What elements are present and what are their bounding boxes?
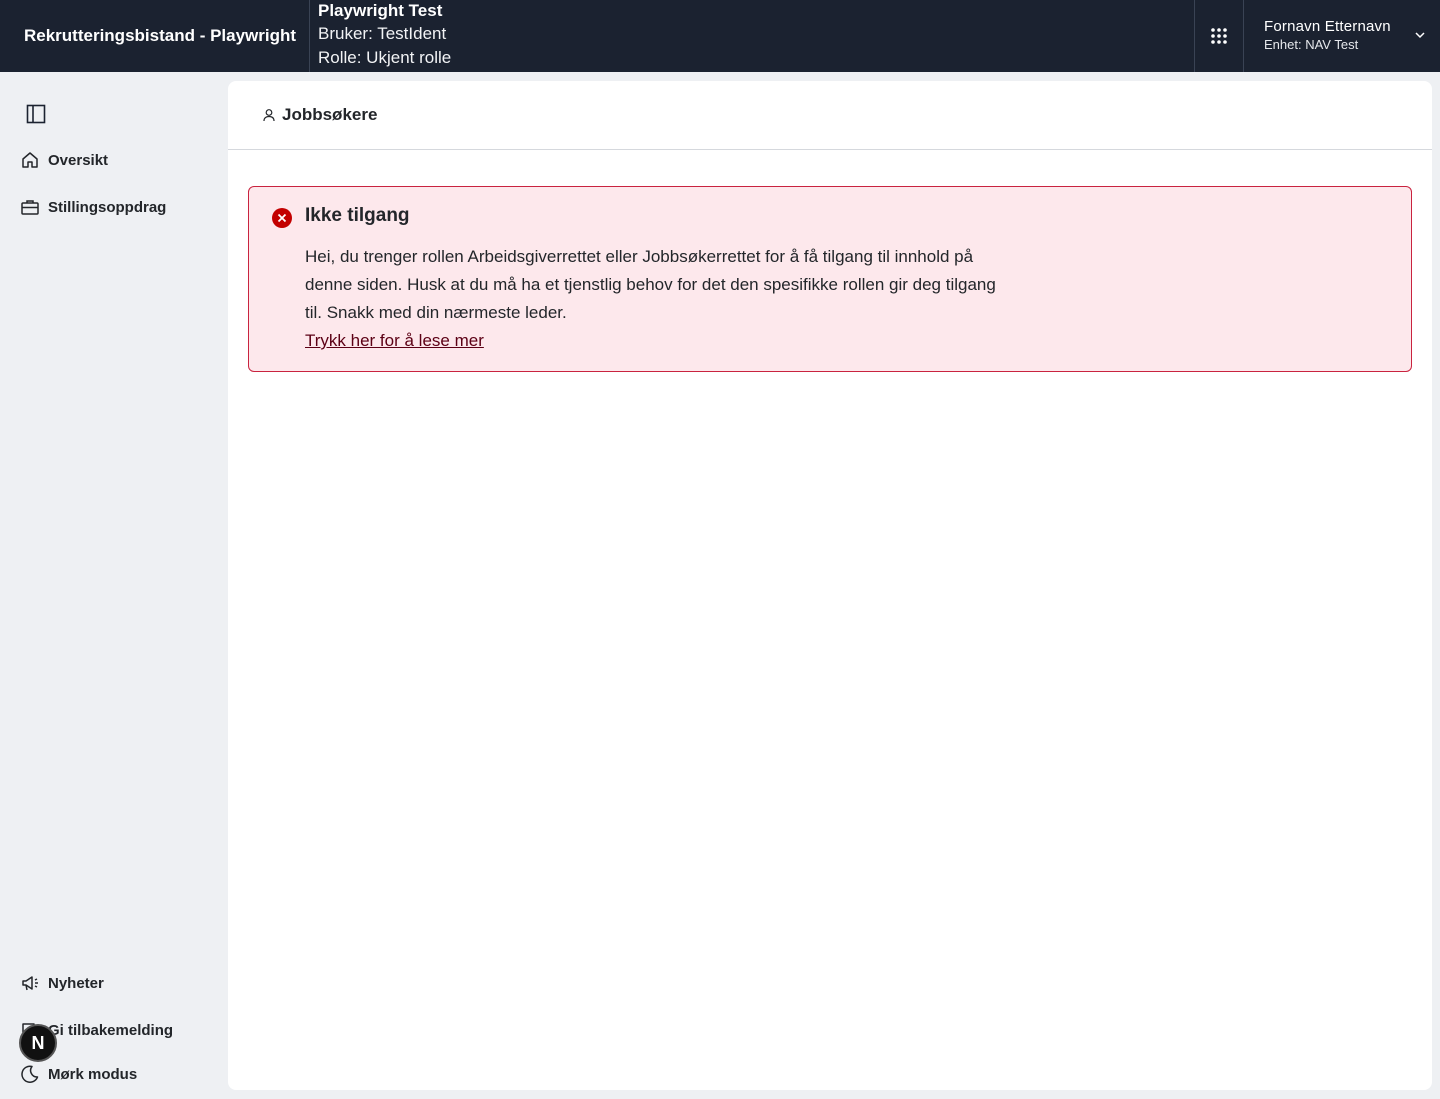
env-user: Bruker: TestIdent <box>318 24 447 43</box>
page-header: Jobbsøkere <box>228 81 1432 150</box>
sidebar-item-label: Nyheter <box>48 974 104 992</box>
sidebar-item-stillingsoppdrag[interactable]: Stillingsoppdrag <box>20 197 166 217</box>
top-header: Rekrutteringsbistand - Playwright Playwr… <box>0 0 1440 72</box>
sidebar-item-label: Mørk modus <box>48 1065 138 1083</box>
grid-icon <box>1211 28 1227 44</box>
sidebar-collapse-button[interactable] <box>26 104 46 124</box>
person-icon <box>263 109 275 122</box>
error-alert: Ikke tilgang Hei, du trenger rollen Arbe… <box>248 186 1412 372</box>
app-title[interactable]: Rekrutteringsbistand - Playwright <box>0 0 310 72</box>
main-content: Jobbsøkere Ikke tilgang Hei, du trenger … <box>228 81 1432 1090</box>
sidebar-item-mork-modus[interactable]: Mørk modus <box>20 1064 137 1084</box>
sidebar-toggle-icon <box>26 104 46 124</box>
sidebar-item-nyheter[interactable]: Nyheter <box>20 973 104 993</box>
app-switcher-button[interactable] <box>1194 0 1244 72</box>
sidebar-item-oversikt[interactable]: Oversikt <box>20 150 108 170</box>
user-menu-button[interactable]: Fornavn Etternavn Enhet: NAV Test <box>1244 0 1440 72</box>
sidebar: Oversikt Stillingsoppdrag Nyheter Gi til… <box>0 72 228 1099</box>
env-title: Playwright Test <box>318 1 443 20</box>
env-role: Rolle: Ukjent rolle <box>318 48 452 67</box>
sidebar-item-label: Oversikt <box>48 151 109 169</box>
chevron-down-icon <box>1415 32 1425 39</box>
environment-info: Playwright Test Bruker: TestIdent Rolle:… <box>310 0 1194 72</box>
megaphone-icon <box>22 976 38 991</box>
alert-heading: Ikke tilgang <box>305 205 410 226</box>
sidebar-item-label: Gi tilbakemelding <box>48 1021 174 1039</box>
user-unit: Enhet: NAV Test <box>1264 37 1359 52</box>
briefcase-icon <box>21 200 39 215</box>
read-more-link[interactable]: Trykk her for å lese mer <box>305 327 484 355</box>
moon-icon <box>21 1065 39 1083</box>
error-icon <box>272 208 292 228</box>
home-icon <box>22 152 38 168</box>
page-title: Jobbsøkere <box>282 105 378 124</box>
sidebar-item-label: Stillingsoppdrag <box>48 198 167 216</box>
dev-tools-badge[interactable]: N <box>19 1024 57 1062</box>
alert-body: Hei, du trenger rollen Arbeidsgiverrette… <box>305 247 996 322</box>
user-name: Fornavn Etternavn <box>1264 18 1391 35</box>
badge-letter: N <box>31 1032 45 1053</box>
